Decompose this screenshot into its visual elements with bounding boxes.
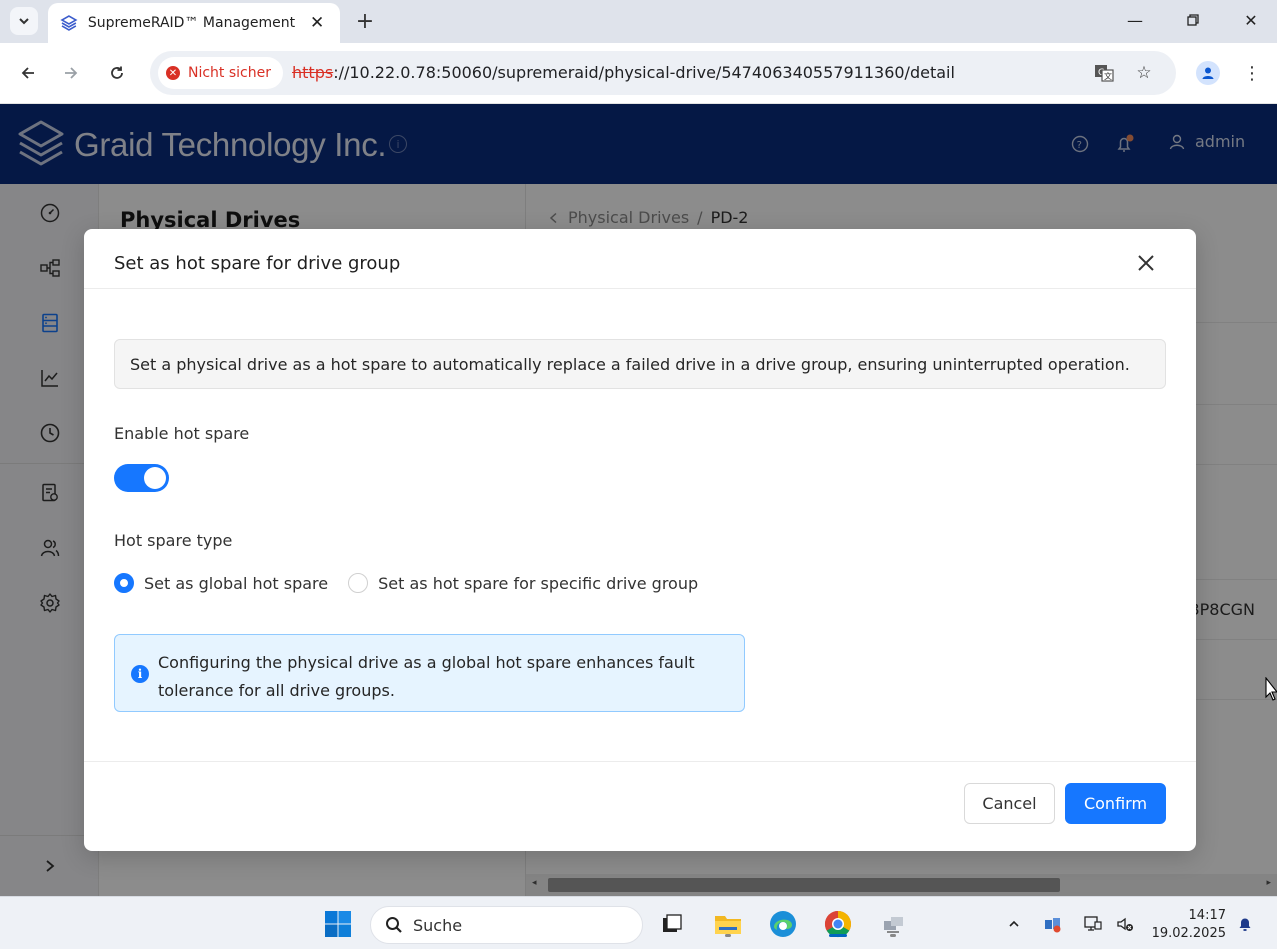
close-icon xyxy=(1138,255,1154,271)
active-app-indicator xyxy=(829,934,847,937)
browser-toolbar: ✕ Nicht sicher https://10.22.0.78:50060/… xyxy=(0,43,1277,104)
reload-icon xyxy=(111,66,123,79)
toggle-knob xyxy=(144,467,166,489)
person-icon xyxy=(1202,67,1214,79)
search-icon xyxy=(386,917,402,933)
tab-title: SupremeRAID™ Management C xyxy=(87,15,301,31)
hot-spare-type-label: Hot spare type xyxy=(114,531,233,550)
arrow-left-icon xyxy=(21,67,34,79)
security-label: Nicht sicher xyxy=(188,65,271,81)
restore-icon xyxy=(1187,14,1199,26)
tray-app-icon[interactable] xyxy=(1043,914,1063,934)
dialog-description: Set a physical drive as a hot spare to a… xyxy=(114,339,1166,389)
chrome-browser-icon[interactable] xyxy=(822,908,854,940)
radio-label: Set as global hot spare xyxy=(144,573,329,593)
forward-button[interactable] xyxy=(58,60,84,86)
windows-start-icon[interactable] xyxy=(322,908,354,940)
reload-button[interactable] xyxy=(104,60,130,86)
translate-icon[interactable]: G文 xyxy=(1092,61,1116,85)
network-app-icon[interactable] xyxy=(877,908,909,940)
radio-label: Set as hot spare for specific drive grou… xyxy=(378,573,699,593)
hot-spare-type-radio-group: Set as global hot spare Set as hot spare… xyxy=(114,573,718,593)
running-indicator xyxy=(890,934,896,937)
address-bar[interactable]: ✕ Nicht sicher https://10.22.0.78:50060/… xyxy=(150,51,1176,95)
chevron-down-icon xyxy=(19,18,29,25)
supremeraid-logo-icon xyxy=(60,15,78,31)
bookmark-star-icon[interactable]: ☆ xyxy=(1132,61,1156,85)
hot-spare-dialog: Set as hot spare for drive group Set a p… xyxy=(84,229,1196,851)
browser-menu-icon[interactable]: ⋮ xyxy=(1240,60,1264,86)
url-path: ://10.22.0.78:50060/supremeraid/physical… xyxy=(333,63,955,82)
enable-hot-spare-label: Enable hot spare xyxy=(114,424,250,443)
radio-button-checked[interactable] xyxy=(114,573,134,593)
info-alert: i Configuring the physical drive as a gl… xyxy=(114,634,745,712)
cancel-button[interactable]: Cancel xyxy=(964,783,1055,824)
dialog-title: Set as hot spare for drive group xyxy=(114,253,401,274)
running-indicator xyxy=(725,934,731,937)
file-explorer-icon[interactable] xyxy=(712,908,744,940)
svg-text:文: 文 xyxy=(1104,71,1112,81)
mouse-cursor-icon xyxy=(1265,677,1277,701)
dialog-header: Set as hot spare for drive group xyxy=(84,229,1196,289)
url-scheme: https xyxy=(292,63,334,82)
close-dialog-button[interactable] xyxy=(1132,249,1160,277)
security-indicator[interactable]: ✕ Nicht sicher xyxy=(158,57,283,89)
volume-muted-icon[interactable] xyxy=(1115,914,1135,934)
profile-avatar-button[interactable] xyxy=(1196,61,1220,85)
tray-overflow-chevron-icon[interactable] xyxy=(1004,914,1024,934)
new-tab-button[interactable]: + xyxy=(352,8,378,34)
info-alert-text: Configuring the physical drive as a glob… xyxy=(158,653,695,700)
browser-tab-active[interactable]: SupremeRAID™ Management C ✕ xyxy=(48,3,340,43)
radio-button-unchecked[interactable] xyxy=(348,573,369,593)
info-circle-icon: i xyxy=(131,665,149,683)
dialog-footer: Cancel Confirm xyxy=(84,761,1196,851)
radio-global-hot-spare[interactable]: Set as global hot spare xyxy=(114,573,328,593)
back-button[interactable] xyxy=(15,60,41,86)
confirm-button[interactable]: Confirm xyxy=(1065,783,1166,824)
clock-time: 14:17 xyxy=(1188,908,1226,923)
enable-hot-spare-toggle[interactable] xyxy=(114,464,169,492)
arrow-right-icon xyxy=(65,67,78,79)
minimize-window-button[interactable]: — xyxy=(1118,6,1152,34)
restore-window-button[interactable] xyxy=(1176,6,1210,34)
network-status-icon[interactable] xyxy=(1083,914,1103,934)
system-clock[interactable]: 14:17 19.02.2025 xyxy=(1150,907,1226,943)
windows-taskbar: Suche 14:17 19.02.2025 xyxy=(0,896,1277,949)
radio-specific-drive-group[interactable]: Set as hot spare for specific drive grou… xyxy=(348,573,698,593)
notifications-bell-icon[interactable] xyxy=(1235,914,1255,934)
tab-search-button[interactable] xyxy=(10,7,38,35)
task-view-icon[interactable] xyxy=(656,908,688,940)
clock-date: 19.02.2025 xyxy=(1151,926,1226,941)
taskbar-search-text: Suche xyxy=(413,915,463,935)
warning-icon: ✕ xyxy=(166,66,180,80)
browser-tab-bar: SupremeRAID™ Management C ✕ + — ✕ xyxy=(0,0,1277,43)
taskbar-search-box[interactable]: Suche xyxy=(370,906,643,944)
tab-close-icon[interactable]: ✕ xyxy=(306,12,328,34)
url-text[interactable]: https://10.22.0.78:50060/supremeraid/phy… xyxy=(292,63,955,82)
edge-browser-icon[interactable] xyxy=(767,908,799,940)
close-window-button[interactable]: ✕ xyxy=(1234,6,1268,34)
